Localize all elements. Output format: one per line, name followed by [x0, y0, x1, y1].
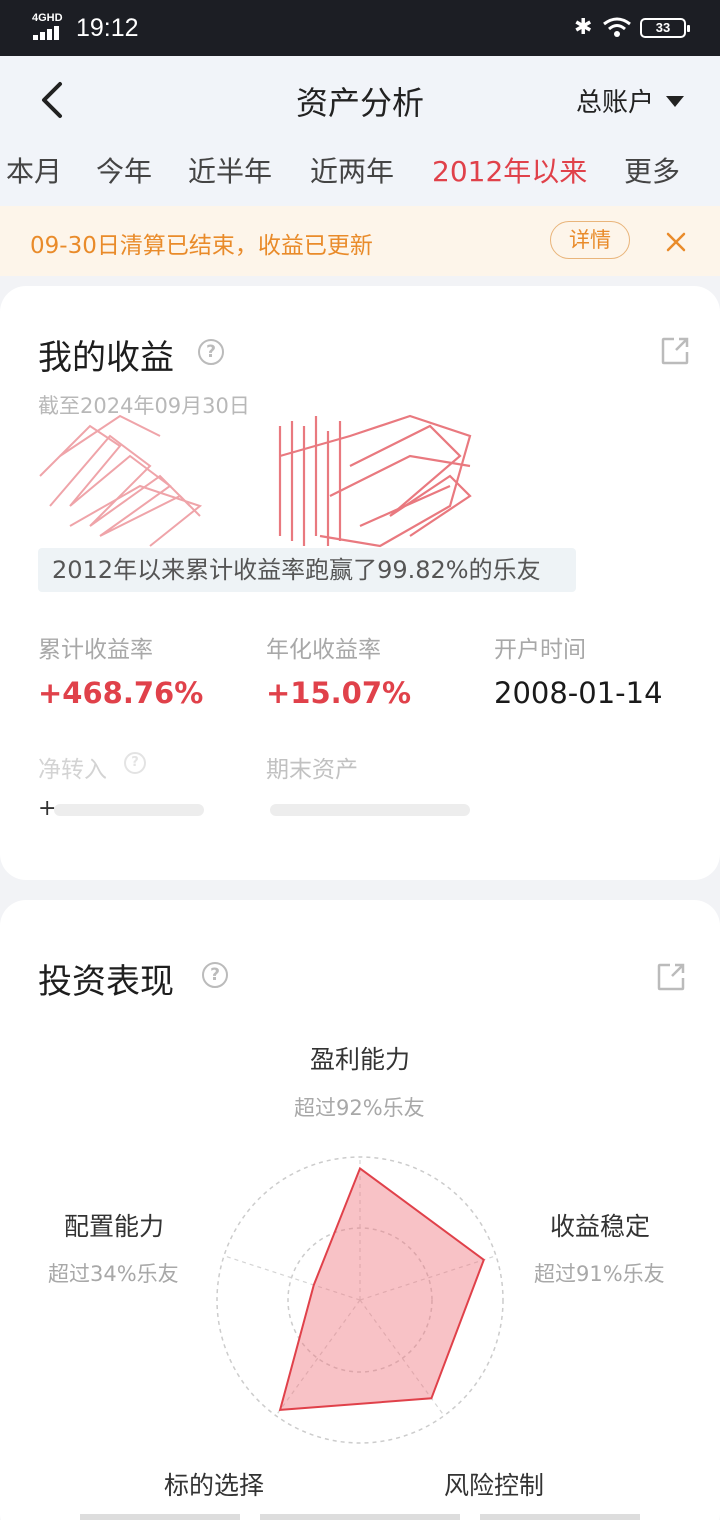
dim-stability-sub: 超过91%乐友	[534, 1262, 665, 1286]
net-in-help-icon[interactable]: ?	[124, 752, 146, 774]
performance-radar-chart	[216, 1156, 504, 1444]
period-tabs: 本月 今年 近半年 近两年 2012年以来 更多	[0, 142, 720, 206]
tab-this-year[interactable]: 今年	[96, 150, 152, 190]
share-icon[interactable]	[660, 336, 690, 366]
earnings-title: 我的收益	[38, 338, 174, 378]
close-icon[interactable]	[664, 230, 688, 254]
blurred-values	[54, 804, 470, 816]
battery-icon: 33	[640, 18, 690, 38]
nav-header: 资产分析 总账户	[0, 56, 720, 142]
account-open-label: 开户时间	[494, 637, 586, 663]
tab-more[interactable]: 更多	[624, 150, 680, 190]
net-in-label: 净转入	[38, 757, 107, 783]
radar-shape	[278, 1166, 486, 1412]
redaction-scribble	[39, 414, 472, 548]
details-button[interactable]: 详情	[550, 221, 630, 259]
tab-two-years[interactable]: 近两年	[310, 150, 394, 190]
settlement-notice: 09-30日清算已结束，收益已更新 详情	[0, 206, 720, 276]
cumulative-return-value: +468.76%	[38, 676, 204, 710]
tab-half-year[interactable]: 近半年	[188, 150, 272, 190]
dim-selection-name: 标的选择	[164, 1471, 265, 1500]
clock: 19:12	[76, 14, 139, 42]
account-selector[interactable]: 总账户	[576, 82, 654, 119]
annualized-return-label: 年化收益率	[266, 637, 381, 663]
signal-icon	[33, 26, 63, 40]
performance-help-icon[interactable]: ?	[202, 962, 228, 988]
tab-since-2012[interactable]: 2012年以来	[432, 150, 587, 190]
dim-allocation-name: 配置能力	[64, 1212, 165, 1241]
dim-profitability-name: 盈利能力	[310, 1045, 411, 1074]
dim-risk-name: 风险控制	[444, 1471, 545, 1500]
status-bar: 4GHD 19:12 ✱ 33	[0, 0, 720, 56]
end-assets-label: 期末资产	[266, 757, 358, 783]
notice-text: 09-30日清算已结束，收益已更新	[30, 233, 373, 259]
account-open-value: 2008-01-14	[494, 676, 663, 710]
network-indicator: 4GHD	[32, 12, 63, 24]
help-icon[interactable]: ?	[198, 339, 224, 365]
cumulative-return-label: 累计收益率	[38, 637, 153, 663]
earnings-card: 我的收益 ? 截至2024年09月30日 2012年以来累计收益率跑赢了99.8…	[0, 286, 720, 880]
dim-allocation-sub: 超过34%乐友	[48, 1262, 179, 1286]
dim-profitability-sub: 超过92%乐友	[294, 1096, 425, 1120]
rank-text: 2012年以来累计收益率跑赢了99.82%的乐友	[38, 548, 576, 592]
bottom-row-partial	[80, 1514, 640, 1520]
bluetooth-icon: ✱	[574, 14, 593, 39]
performance-title: 投资表现	[38, 962, 174, 1002]
tab-this-month[interactable]: 本月	[6, 150, 62, 190]
caret-down-icon[interactable]	[666, 96, 684, 107]
wifi-icon	[603, 17, 631, 37]
dim-stability-name: 收益稳定	[550, 1212, 651, 1241]
annualized-return-value: +15.07%	[266, 676, 412, 710]
performance-share-icon[interactable]	[656, 962, 686, 992]
